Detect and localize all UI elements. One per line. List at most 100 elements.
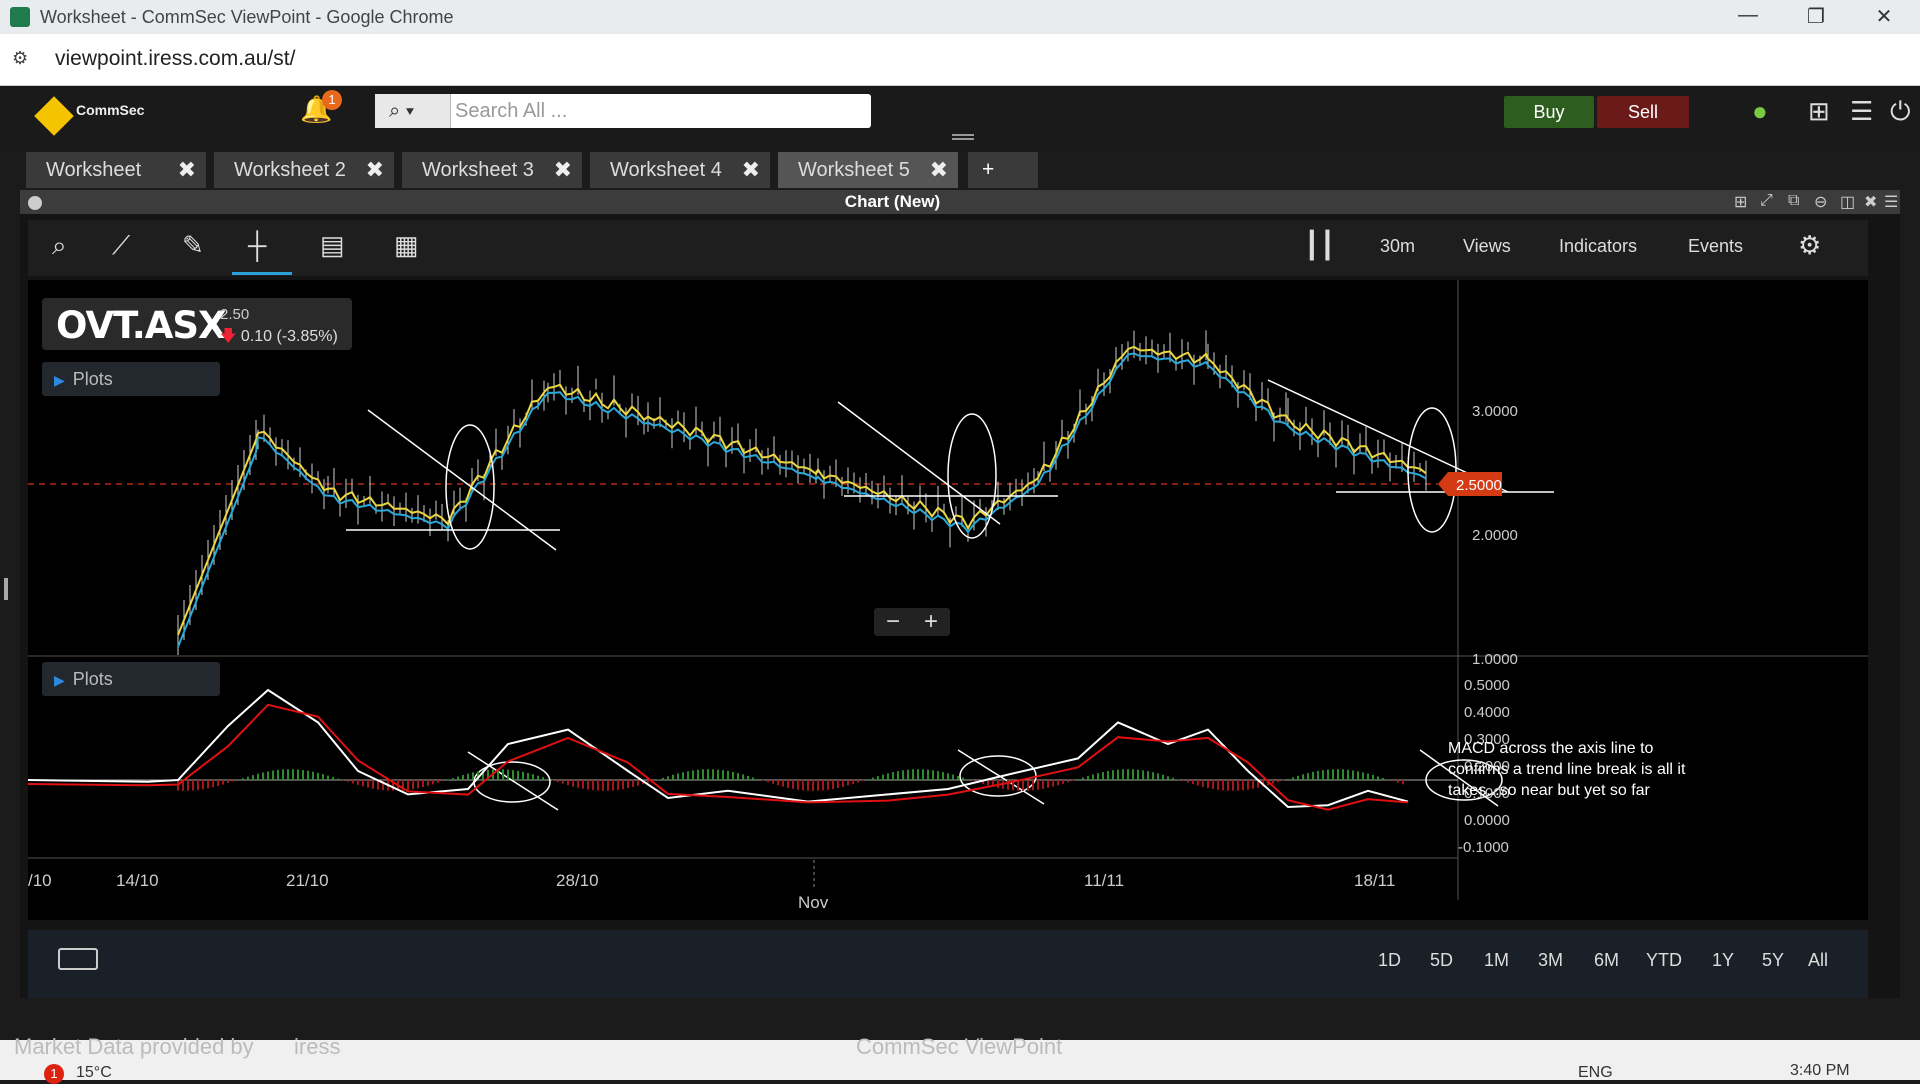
new-tab-button[interactable]: + New — [968, 152, 1038, 217]
table-icon[interactable]: ▦ — [394, 230, 419, 261]
search-box: ⌕ ▾ — [375, 94, 871, 128]
menu-icon[interactable]: ☰ — [1850, 96, 1873, 127]
tab-worksheet-4[interactable]: Worksheet 4 ✖ — [590, 152, 770, 188]
close-panel-icon[interactable]: ✖ — [1864, 192, 1877, 212]
zoom-out-button[interactable]: − — [874, 608, 912, 636]
down-arrow-icon: 🡇 — [220, 328, 237, 345]
close-tab-icon[interactable]: ✖ — [554, 152, 572, 188]
macd-tick: 0.4000 — [1464, 704, 1510, 721]
zoom-in-button[interactable]: + — [912, 608, 950, 636]
tab-worksheet[interactable]: Worksheet ✖ — [26, 152, 206, 188]
events-menu[interactable]: Events — [1688, 236, 1743, 257]
lightbulb-icon[interactable]: ● — [1752, 96, 1768, 127]
tab-label: Worksheet — [46, 159, 142, 181]
search-icon[interactable]: ⌕ — [52, 230, 67, 262]
chart-area[interactable]: 3.0000 2.0000 1.0000 2.5000 0.5000 0.400… — [28, 280, 1868, 920]
chart-window: Chart (New) ⊞ ⤢ ⧉ ⊖ ◫ ✖ ☰ ⌕ ⟋ ✎ ┼ ▤ ▦ ┃┃… — [20, 190, 1900, 998]
temperature[interactable]: 15°C — [76, 1064, 112, 1082]
chart-annotation-text: MACD across the axis line to confirms a … — [1448, 740, 1686, 799]
chart-toolbar: ⌕ ⟋ ✎ ┼ ▤ ▦ ┃┃ 30m Views Indicators Even… — [28, 220, 1868, 276]
split-icon[interactable]: ◫ — [1840, 192, 1855, 212]
last-price: 2.50 — [220, 306, 250, 323]
power-icon[interactable]: ⏻ — [1890, 96, 1911, 128]
range-5d[interactable]: 5D — [1430, 950, 1453, 971]
chart-canvas[interactable]: 3.0000 2.0000 1.0000 2.5000 0.5000 0.400… — [28, 280, 1868, 920]
settings-gear-icon[interactable]: ⚙ — [1798, 230, 1821, 261]
market-data-text: Market Data provided by — [14, 1034, 254, 1059]
expand-icon[interactable]: ⤢ — [1760, 192, 1773, 210]
close-window-icon[interactable]: ✕ — [1864, 4, 1904, 30]
chart-window-titlebar: Chart (New) ⊞ ⤢ ⧉ ⊖ ◫ ✖ ☰ — [20, 190, 1900, 214]
comment-icon[interactable]: ▤ — [320, 230, 345, 261]
range-1m[interactable]: 1M — [1484, 950, 1509, 971]
month-label: Nov — [798, 893, 829, 912]
indicators-menu[interactable]: Indicators — [1559, 236, 1637, 257]
taskbar: Market Data provided by iress CommSec Vi… — [0, 1034, 1920, 1084]
add-study-icon[interactable]: ⟋ — [112, 230, 130, 262]
url-text[interactable]: viewpoint.iress.com.au/st/ — [55, 47, 295, 71]
buy-button[interactable]: Buy — [1504, 96, 1594, 128]
chart-type-icon[interactable]: ┃┃ — [1304, 230, 1335, 261]
views-menu[interactable]: Views — [1463, 236, 1511, 257]
close-tab-icon[interactable]: ✖ — [178, 152, 196, 188]
panel-resize-handle[interactable] — [4, 578, 8, 600]
range-all[interactable]: All — [1808, 950, 1828, 971]
app-icon — [10, 7, 30, 27]
crosshair-icon[interactable]: ┼ — [248, 230, 266, 261]
close-tab-icon[interactable]: ✖ — [742, 152, 760, 188]
popout-icon[interactable]: ⧉ — [1788, 192, 1799, 210]
close-tab-icon[interactable]: ✖ — [930, 152, 948, 188]
tab-worksheet-3[interactable]: Worksheet 3 ✖ — [402, 152, 582, 188]
weather-alert-badge: 1 — [44, 1064, 64, 1084]
price-change-value: 0.10 (-3.85%) — [240, 328, 338, 345]
pencil-icon[interactable]: ✎ — [182, 230, 204, 261]
quote-box[interactable]: OVT.ASX 2.50 🡇 0.10 (-3.85%) — [42, 298, 352, 350]
chart-window-title: Chart (New) — [844, 192, 941, 211]
site-info-icon[interactable]: ⚙ — [12, 48, 38, 72]
time-label: 28/10 — [556, 871, 599, 890]
language-indicator[interactable]: ENG — [1578, 1064, 1613, 1082]
range-ytd[interactable]: YTD — [1646, 950, 1682, 971]
range-3m[interactable]: 3M — [1538, 950, 1563, 971]
panel-menu-icon[interactable]: ☰ — [1884, 192, 1898, 212]
plots-toggle-price[interactable]: ▶ Plots — [42, 362, 220, 396]
tab-worksheet-5[interactable]: Worksheet 5 ✖ — [778, 152, 958, 188]
time-label: 21/10 — [286, 871, 329, 890]
sell-button[interactable]: Sell — [1597, 96, 1689, 128]
macd-tick: -0.1000 — [1458, 839, 1509, 856]
macd-tick: 0.5000 — [1464, 677, 1510, 694]
clock[interactable]: 3:40 PM — [1790, 1062, 1850, 1080]
active-tool-indicator — [232, 272, 292, 275]
brand-name: CommSec — [76, 102, 145, 118]
ma-fast-line — [177, 345, 1427, 636]
app-header: CommSec 🔔 1 ⌕ ▾ Buy Sell ● ⊞ ☰ ⏻ — [0, 86, 1920, 148]
price-tick: 2.0000 — [1472, 527, 1518, 544]
current-price-label: 2.5000 — [1456, 477, 1502, 494]
time-label: /10 — [28, 871, 52, 890]
add-panel-icon[interactable]: ⊞ — [1734, 192, 1747, 212]
symbol: OVT.ASX — [56, 304, 227, 347]
notification-badge: 1 — [322, 90, 342, 110]
restore-icon[interactable]: ❐ — [1796, 4, 1836, 30]
tab-label: Worksheet 4 — [610, 159, 722, 181]
interval-menu[interactable]: 30m — [1380, 236, 1415, 257]
plots-toggle-macd[interactable]: ▶ Plots — [42, 662, 220, 696]
drag-handle[interactable] — [952, 134, 974, 140]
tab-label: Worksheet 5 — [798, 159, 910, 181]
range-bar: 1D 5D 1M 3M 6M YTD 1Y 5Y All — [28, 930, 1868, 998]
search-input[interactable] — [455, 96, 865, 126]
window-title: Worksheet - CommSec ViewPoint - Google C… — [40, 7, 454, 27]
range-6m[interactable]: 6M — [1594, 950, 1619, 971]
time-label: 11/11 — [1084, 871, 1124, 890]
minimize-panel-icon[interactable]: ⊖ — [1814, 192, 1827, 212]
range-1d[interactable]: 1D — [1378, 950, 1401, 971]
add-widget-icon[interactable]: ⊞ — [1808, 96, 1830, 127]
minimize-icon[interactable]: — — [1728, 4, 1768, 30]
range-1y[interactable]: 1Y — [1712, 950, 1734, 971]
search-icon[interactable]: ⌕ ▾ — [375, 94, 451, 128]
close-tab-icon[interactable]: ✖ — [366, 152, 384, 188]
range-5y[interactable]: 5Y — [1762, 950, 1784, 971]
tab-label: Worksheet 3 — [422, 159, 534, 181]
tab-worksheet-2[interactable]: Worksheet 2 ✖ — [214, 152, 394, 188]
keyboard-icon[interactable] — [58, 948, 98, 970]
